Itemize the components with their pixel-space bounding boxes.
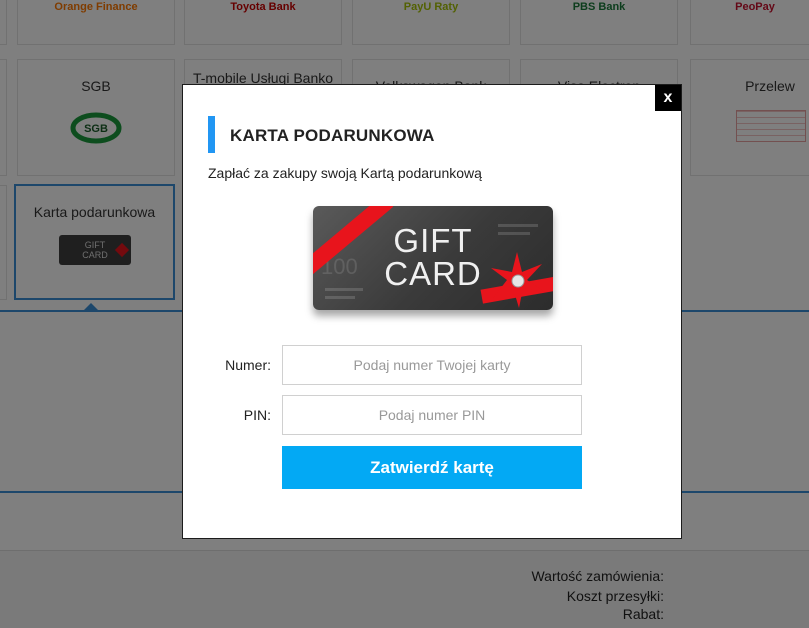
modal-title: KARTA PODARUNKOWA (230, 126, 435, 145)
title-accent-bar (208, 116, 215, 153)
card-text-line2: CARD (384, 255, 482, 292)
confirm-card-button[interactable]: Zatwierdź kartę (282, 446, 582, 489)
gift-card-image: 100 GIFT CARD (313, 206, 553, 310)
gift-card-modal: x KARTA PODARUNKOWA Zapłać za zakupy swo… (182, 84, 682, 539)
number-label: Numer: (225, 357, 271, 373)
modal-description: Zapłać za zakupy swoją Kartą podarunkową (208, 165, 482, 181)
pin-label: PIN: (243, 407, 271, 423)
pin-input[interactable] (282, 395, 582, 435)
close-button[interactable]: x (655, 85, 681, 111)
card-number-input[interactable] (282, 345, 582, 385)
